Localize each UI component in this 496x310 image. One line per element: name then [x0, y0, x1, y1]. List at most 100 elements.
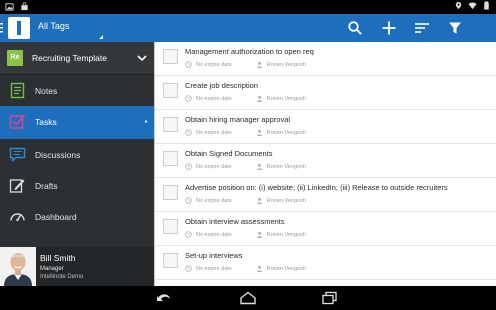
task-due: No expire date	[196, 61, 232, 68]
task-assignee: Ronen Vengosh	[266, 265, 306, 272]
drawer-handle-icon[interactable]	[0, 22, 4, 34]
task-row[interactable]: Obtain interview assessments No expire d…	[155, 212, 496, 246]
user-photo	[0, 247, 36, 286]
sidebar-item-label: Tasks	[35, 117, 57, 127]
task-assignee: Ronen Vengosh	[266, 95, 306, 102]
task-meta: No expire date Ronen Vengosh	[185, 197, 306, 204]
dashboard-icon	[10, 213, 25, 222]
task-meta: No expire date Ronen Vengosh	[185, 265, 306, 272]
person-icon	[256, 163, 262, 170]
task-row[interactable]: Set-up interviews No expire date Ronen V…	[155, 246, 496, 280]
task-row[interactable]: Create job description No expire date Ro…	[155, 76, 496, 110]
sidebar: Re Recruiting Template Notes Tasks ▸ Dis…	[0, 42, 154, 286]
task-row[interactable]: Obtain Signed Documents No expire date R…	[155, 144, 496, 178]
task-assignee: Ronen Vengosh	[266, 61, 306, 68]
task-checkbox[interactable]	[163, 219, 178, 234]
task-checkbox[interactable]	[163, 117, 178, 132]
battery-icon	[484, 1, 489, 10]
avatar	[0, 247, 36, 286]
store-notification-icon	[21, 2, 28, 11]
clock-icon	[185, 129, 192, 136]
chevron-right-icon: ▸	[144, 119, 148, 125]
android-screen: All Tags Re Recruiting Template Notes Ta…	[0, 0, 496, 310]
discussions-icon	[9, 147, 26, 163]
task-meta: No expire date Ronen Vengosh	[185, 163, 306, 170]
profile-role: Manager	[40, 266, 64, 272]
task-checkbox[interactable]	[163, 253, 178, 268]
task-checkbox[interactable]	[163, 151, 178, 166]
task-row[interactable]: Obtain hiring manager approval No expire…	[155, 110, 496, 144]
person-icon	[256, 197, 262, 204]
clock-icon	[185, 95, 192, 102]
system-nav-bar	[0, 286, 496, 310]
task-meta: No expire date Ronen Vengosh	[185, 61, 306, 68]
task-title: Set-up interviews	[185, 251, 243, 260]
task-checkbox[interactable]	[163, 185, 178, 200]
task-title: Obtain interview assessments	[185, 217, 285, 226]
task-title: Create job description	[185, 81, 258, 90]
template-badge: Re	[7, 50, 23, 66]
photo-notification-icon	[5, 3, 14, 11]
sidebar-item-label: Notes	[35, 86, 58, 96]
task-title: Advertise position on: (i) website; (ii)…	[185, 183, 448, 192]
sidebar-item-label: Discussions	[35, 150, 81, 160]
tag-filter-dropdown[interactable]: All Tags	[38, 21, 69, 31]
status-bar	[0, 0, 496, 14]
person-icon	[256, 95, 262, 102]
sort-icon[interactable]	[413, 19, 431, 37]
task-assignee: Ronen Vengosh	[266, 197, 306, 204]
sidebar-item-notes[interactable]: Notes	[0, 75, 154, 106]
search-icon[interactable]	[346, 19, 364, 37]
task-row[interactable]: Advertise position on: (i) website; (ii)…	[155, 178, 496, 212]
notes-icon	[10, 82, 25, 99]
clock-icon	[185, 163, 192, 170]
sidebar-item-dashboard[interactable]: Dashboard	[0, 201, 154, 232]
dropdown-caret-icon	[99, 35, 103, 39]
task-meta: No expire date Ronen Vengosh	[185, 129, 306, 136]
chevron-down-icon[interactable]	[136, 52, 148, 64]
task-due: No expire date	[196, 265, 232, 272]
task-title: Obtain Signed Documents	[185, 149, 273, 158]
drafts-icon	[9, 179, 25, 193]
task-assignee: Ronen Vengosh	[266, 231, 306, 238]
plus-icon[interactable]	[380, 19, 398, 37]
task-row[interactable]: Management authorization to open req No …	[155, 42, 496, 76]
sidebar-item-label: Drafts	[35, 181, 58, 191]
task-title: Obtain hiring manager approval	[185, 115, 291, 124]
clock-icon	[185, 231, 192, 238]
task-assignee: Ronen Vengosh	[266, 163, 306, 170]
task-list: Management authorization to open req No …	[154, 42, 496, 286]
sidebar-item-drafts[interactable]: Drafts	[0, 170, 154, 201]
template-name: Recruiting Template	[32, 53, 107, 63]
person-icon	[256, 129, 262, 136]
task-due: No expire date	[196, 129, 232, 136]
sidebar-item-discussions[interactable]: Discussions	[0, 139, 154, 170]
location-icon	[455, 1, 462, 10]
clock-icon	[185, 61, 192, 68]
task-due: No expire date	[196, 163, 232, 170]
wifi-icon	[468, 2, 477, 10]
profile-name: Bill Smith	[40, 253, 76, 263]
task-checkbox[interactable]	[163, 49, 178, 64]
app-bar: All Tags	[0, 14, 496, 42]
recents-icon[interactable]	[321, 291, 339, 305]
task-meta: No expire date Ronen Vengosh	[185, 231, 306, 238]
user-profile[interactable]: Bill Smith Manager Intellinote Demo	[0, 247, 154, 286]
filter-icon[interactable]	[446, 19, 464, 37]
person-icon	[256, 265, 262, 272]
task-title: Management authorization to open req	[185, 47, 314, 56]
app-logo-icon[interactable]	[8, 17, 30, 39]
task-due: No expire date	[196, 95, 232, 102]
task-assignee: Ronen Vengosh	[266, 129, 306, 136]
task-meta: No expire date Ronen Vengosh	[185, 95, 306, 102]
person-icon	[256, 231, 262, 238]
profile-company: Intellinote Demo	[40, 274, 84, 280]
sidebar-item-tasks[interactable]: Tasks ▸	[0, 106, 154, 139]
home-icon[interactable]	[239, 291, 257, 305]
task-due: No expire date	[196, 231, 232, 238]
tasks-icon	[9, 114, 26, 129]
clock-icon	[185, 265, 192, 272]
back-icon[interactable]	[155, 291, 173, 305]
template-selector[interactable]: Re Recruiting Template	[0, 42, 154, 75]
task-checkbox[interactable]	[163, 83, 178, 98]
